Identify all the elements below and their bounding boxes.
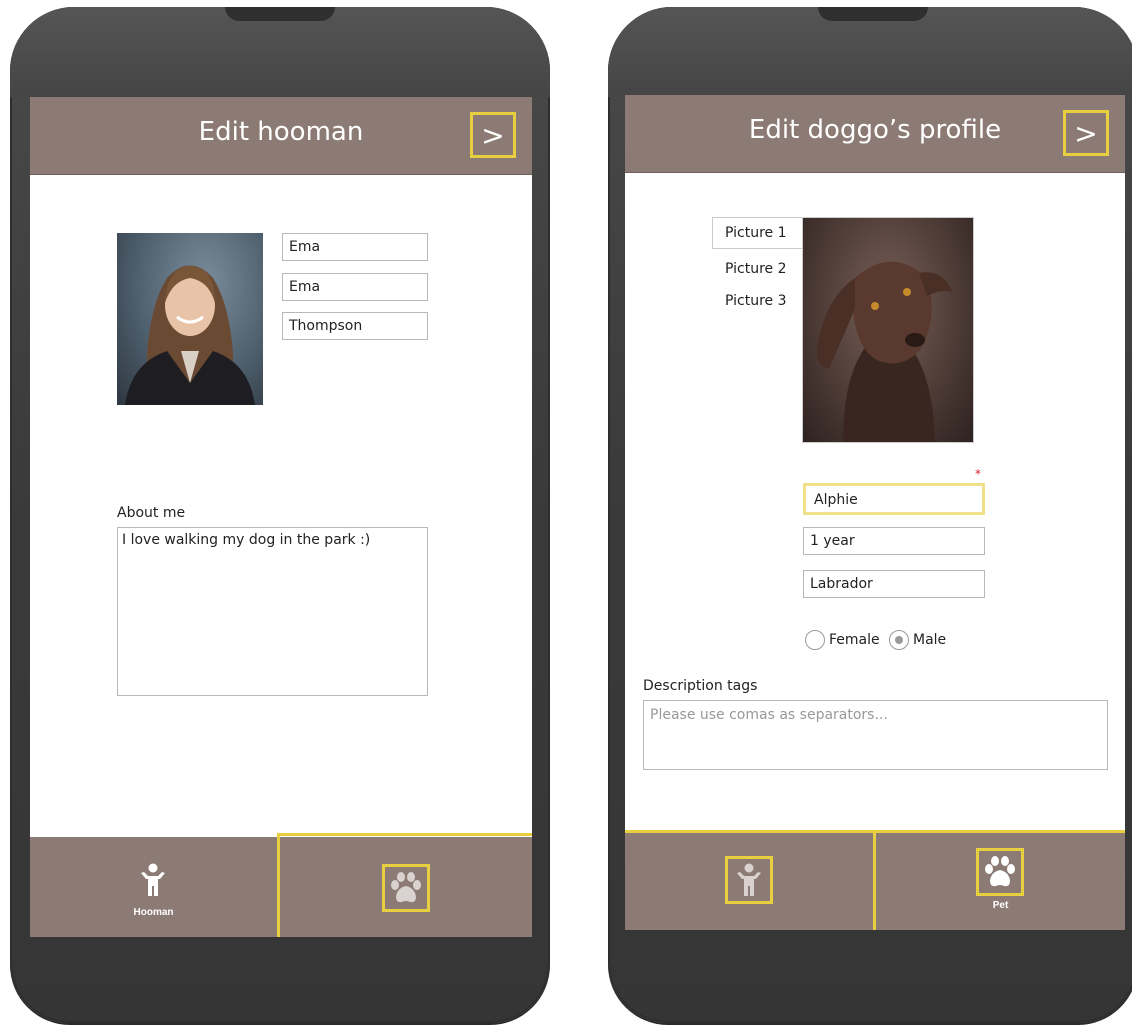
phone-frame-left: Edit hooman > Ema Ema Thompson About me … <box>10 7 550 1027</box>
tab-picture-3[interactable]: Picture 3 <box>725 293 787 309</box>
required-marker: * <box>975 467 981 481</box>
phone-frame-right: Edit doggo’s profile > Picture 1 Picture… <box>608 7 1132 1027</box>
phone-speaker <box>818 7 928 21</box>
woman-portrait-image <box>125 265 255 405</box>
tab-picture-2[interactable]: Picture 2 <box>725 261 787 277</box>
chevron-right-icon: > <box>1074 116 1098 150</box>
dog-photo[interactable] <box>802 217 974 443</box>
radio-female[interactable] <box>805 630 825 650</box>
tab-label-pet: Pet <box>992 900 1009 911</box>
radio-male[interactable] <box>889 630 909 650</box>
dog-age-field[interactable]: 1 year <box>803 527 985 555</box>
person-icon-box <box>725 856 773 904</box>
header: Edit hooman > <box>30 97 532 175</box>
bottom-tab-bar: Hooman <box>30 833 532 937</box>
next-button[interactable]: > <box>1063 110 1109 156</box>
about-me-label: About me <box>117 505 186 521</box>
next-button[interactable]: > <box>470 112 516 158</box>
radio-female-label: Female <box>829 632 880 648</box>
description-tags-label: Description tags <box>643 678 758 694</box>
description-tags-textarea[interactable]: Please use comas as separators... <box>643 700 1108 770</box>
dog-name-field[interactable]: Alphie <box>803 483 985 515</box>
about-me-textarea[interactable]: I love walking my dog in the park :) <box>117 527 428 696</box>
bottom-tab-bar: Pet <box>625 830 1125 930</box>
paw-icon-box <box>976 848 1024 896</box>
person-icon <box>141 863 165 896</box>
phone-speaker <box>225 7 335 21</box>
tab-hooman[interactable]: Hooman <box>30 837 277 937</box>
header: Edit doggo’s profile > <box>625 95 1125 173</box>
paw-icon <box>985 856 1015 887</box>
edit-hooman-screen: Edit hooman > Ema Ema Thompson About me … <box>30 97 532 937</box>
person-icon <box>737 863 761 896</box>
dog-breed-field[interactable]: Labrador <box>803 570 985 598</box>
paw-icon-box <box>382 864 430 912</box>
first-name-field[interactable]: Ema <box>282 233 428 261</box>
page-title: Edit hooman <box>198 117 364 147</box>
tab-pet[interactable]: Pet <box>873 830 1125 930</box>
display-name-field[interactable]: Ema <box>282 273 428 301</box>
edit-doggo-screen: Edit doggo’s profile > Picture 1 Picture… <box>625 95 1125 930</box>
paw-icon <box>391 872 421 903</box>
tab-pet[interactable] <box>277 833 532 937</box>
profile-photo[interactable] <box>117 233 263 405</box>
chevron-right-icon: > <box>481 118 505 152</box>
tab-picture-1[interactable]: Picture 1 <box>712 217 802 249</box>
radio-male-label: Male <box>913 632 947 648</box>
tab-label-hooman: Hooman <box>133 907 174 918</box>
page-title: Edit doggo’s profile <box>748 115 1002 145</box>
last-name-field[interactable]: Thompson <box>282 312 428 340</box>
tab-hooman[interactable] <box>625 830 873 930</box>
dog-portrait-image <box>816 261 953 442</box>
